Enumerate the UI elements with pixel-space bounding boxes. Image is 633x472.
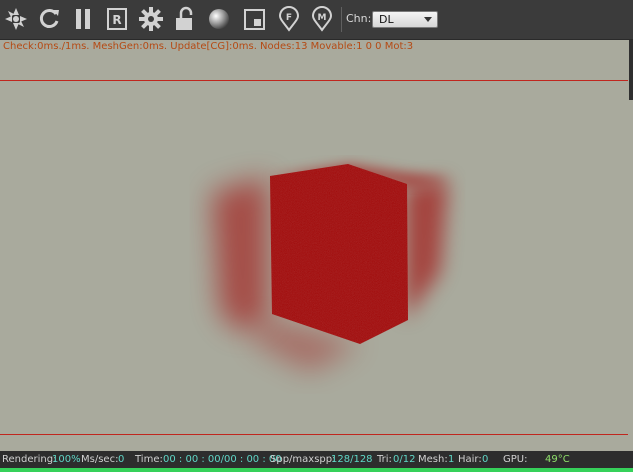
hair-label: Hair: xyxy=(458,454,482,465)
r-box-label: R xyxy=(112,13,121,27)
tri-value: 0/12 xyxy=(393,454,416,465)
time-label: Time: xyxy=(135,454,163,465)
clapper-icon[interactable] xyxy=(2,5,30,33)
spp-label: Spp/maxspp: xyxy=(270,454,336,465)
toolbar: R F M Chn: DL xyxy=(0,0,633,40)
render-viewport[interactable] xyxy=(0,82,633,434)
rendering-label: Rendering: xyxy=(2,454,57,465)
region-bottom-border xyxy=(0,434,628,435)
sphere-icon[interactable] xyxy=(205,5,233,33)
unlock-icon[interactable] xyxy=(171,5,199,33)
mssec-value: 0 xyxy=(118,454,125,465)
channel-select[interactable]: DL xyxy=(372,11,438,28)
render-progress-bar xyxy=(0,468,633,472)
mesh-value: 1 xyxy=(448,454,455,465)
mesh-label: Mesh: xyxy=(418,454,448,465)
region-icon[interactable] xyxy=(241,5,269,33)
rendered-cube xyxy=(212,164,450,372)
gear-icon[interactable] xyxy=(137,5,165,33)
time-value: 00 : 00 : 00/00 : 00 : 00 xyxy=(163,454,282,465)
focus-pin-icon[interactable]: F xyxy=(275,5,303,33)
rendering-value: 100% xyxy=(52,454,81,465)
spp-value: 128/128 xyxy=(331,454,373,465)
region-top-border xyxy=(0,80,628,81)
mssec-label: Ms/sec: xyxy=(81,454,119,465)
toolbar-separator xyxy=(341,7,342,32)
pause-icon[interactable] xyxy=(69,5,97,33)
render-status-bar: Rendering: 100% Ms/sec: 0 Time: 00 : 00 … xyxy=(0,451,633,468)
gpu-temperature: 49°C xyxy=(545,454,570,465)
hair-value: 0 xyxy=(482,454,489,465)
r-box-icon[interactable]: R xyxy=(103,5,131,33)
material-pin-icon[interactable]: M xyxy=(308,5,336,33)
reload-icon[interactable] xyxy=(35,5,63,33)
material-pin-label: M xyxy=(318,13,327,23)
focus-pin-label: F xyxy=(286,13,292,23)
channel-label: Chn: xyxy=(346,12,372,25)
gpu-label: GPU: xyxy=(503,454,528,465)
tri-label: Tri: xyxy=(377,454,392,465)
channel-select-value: DL xyxy=(379,13,394,26)
chevron-down-icon xyxy=(424,17,432,22)
render-stats-line: Check:0ms./1ms. MeshGen:0ms. Update[CG]:… xyxy=(3,41,414,52)
